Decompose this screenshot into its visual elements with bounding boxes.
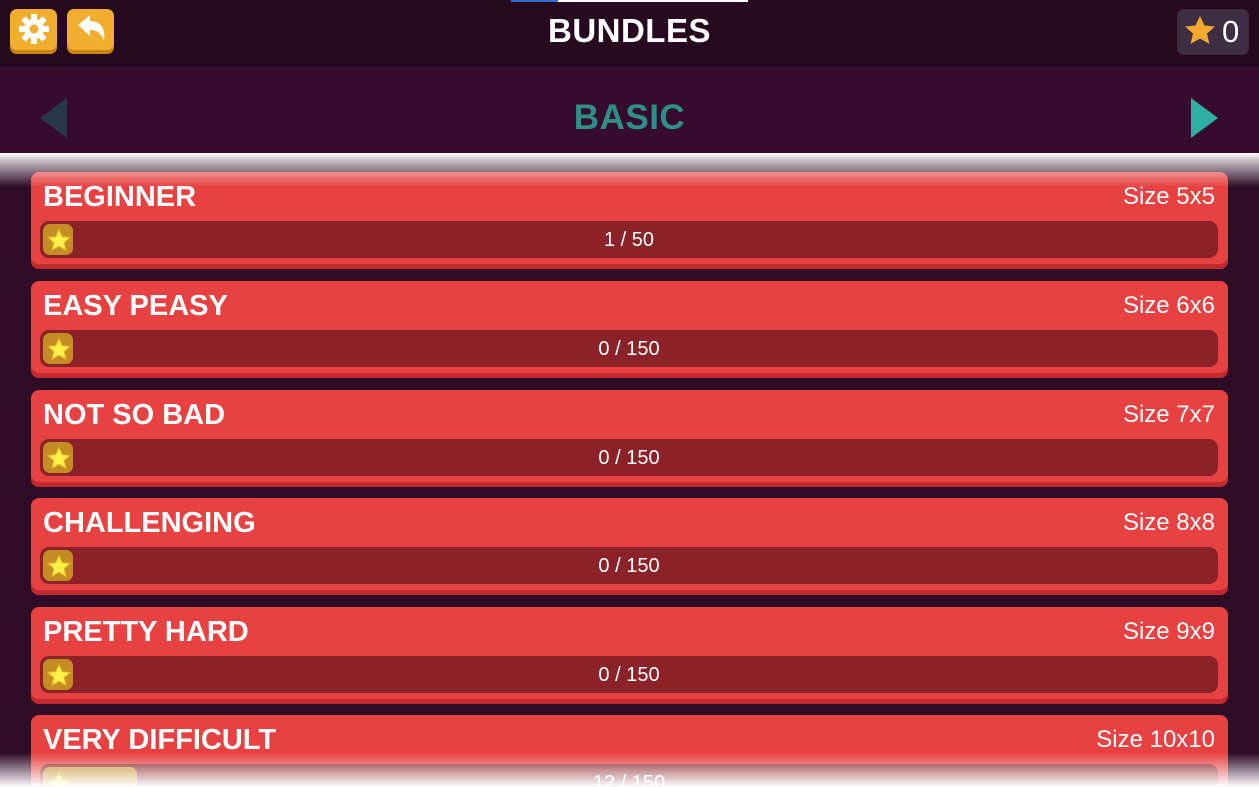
- bundle-size: Size 6x6: [1122, 292, 1215, 319]
- bundle-size: Size 7x7: [1122, 401, 1215, 428]
- bundle-card[interactable]: VERY DIFFICULT Size 10x10 12 / 150: [31, 715, 1228, 787]
- page-title: BUNDLES: [547, 12, 711, 49]
- progress-bar: 0 / 150: [40, 439, 1218, 476]
- bundle-size: Size 9x9: [1122, 618, 1215, 645]
- bundle-size: Size 8x8: [1122, 509, 1215, 536]
- progress-text: 0 / 150: [598, 447, 660, 469]
- progress-bar: 0 / 150: [40, 656, 1218, 693]
- bundle-name: PRETTY HARD: [43, 616, 249, 648]
- bundle-card[interactable]: CHALLENGING Size 8x8 0 / 150: [31, 498, 1228, 595]
- bundle-size: Size 10x10: [1096, 726, 1215, 753]
- star-counter: 0: [1177, 9, 1249, 55]
- bundle-size: Size 5x5: [1122, 183, 1215, 210]
- progress-text: 0 / 150: [598, 338, 660, 360]
- progress-bar: 1 / 50: [40, 221, 1218, 258]
- star-icon: [45, 769, 73, 787]
- bundle-name: NOT SO BAD: [43, 399, 226, 431]
- progress-bar: 0 / 150: [40, 547, 1218, 584]
- triangle-right-icon: [1189, 98, 1219, 143]
- bundle-card[interactable]: PRETTY HARD Size 9x9 0 / 150: [31, 607, 1228, 704]
- bundle-name: VERY DIFFICULT: [43, 724, 277, 756]
- progress-text: 0 / 150: [598, 555, 660, 577]
- top-bar: BUNDLES 0: [0, 0, 1259, 66]
- bundle-card[interactable]: NOT SO BAD Size 7x7 0 / 150: [31, 390, 1228, 487]
- progress-text: 0 / 150: [598, 664, 660, 686]
- status-indicator: [511, 0, 748, 2]
- bundle-name: EASY PEASY: [43, 290, 228, 322]
- bundle-name: BEGINNER: [43, 181, 197, 213]
- bundle-name: CHALLENGING: [43, 507, 256, 539]
- next-category-button[interactable]: [1189, 97, 1219, 144]
- star-icon: [1184, 15, 1216, 50]
- progress-fill: [43, 767, 137, 787]
- category-selector: BASIC: [0, 68, 1259, 153]
- progress-text: 12 / 150: [592, 772, 666, 787]
- progress-text: 1 / 50: [603, 229, 655, 251]
- bundle-card[interactable]: EASY PEASY Size 6x6 0 / 150: [31, 281, 1228, 378]
- progress-bar: 12 / 150: [40, 764, 1218, 787]
- bundle-list[interactable]: BEGINNER Size 5x5 1 / 50 EASY PEASY Size…: [0, 153, 1259, 787]
- star-count: 0: [1222, 14, 1240, 49]
- bundle-card[interactable]: BEGINNER Size 5x5 1 / 50: [31, 172, 1228, 269]
- category-title: BASIC: [573, 98, 686, 137]
- progress-bar: 0 / 150: [40, 330, 1218, 367]
